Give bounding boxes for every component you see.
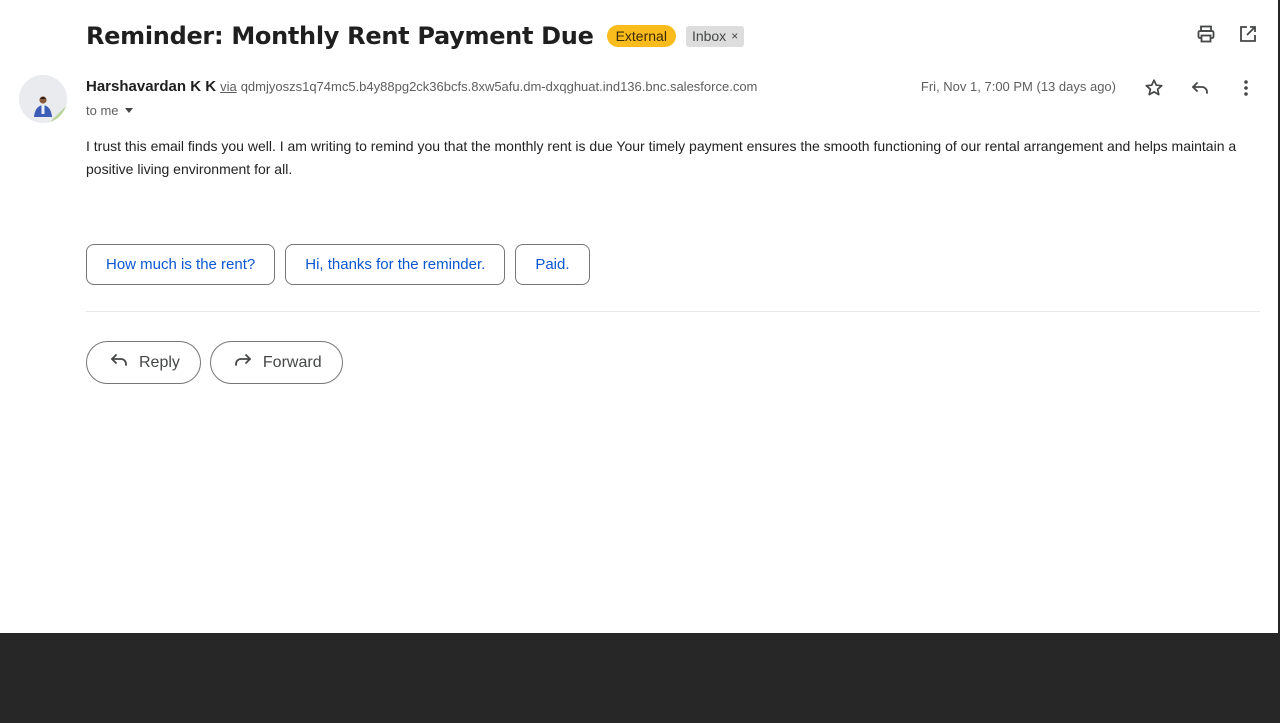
remove-label-button[interactable]: × xyxy=(731,28,738,45)
inbox-label-text: Inbox xyxy=(691,27,727,44)
smart-replies: How much is the rent? Hi, thanks for the… xyxy=(86,244,590,285)
smart-reply-chip[interactable]: Paid. xyxy=(515,244,590,285)
forward-label: Forward xyxy=(262,353,322,371)
email-date: Fri, Nov 1, 7:00 PM (13 days ago) xyxy=(920,79,1116,94)
sender-line: Harshavardan K K via qdmjyoszs1q74mc5.b4… xyxy=(86,78,757,95)
more-vert-icon[interactable] xyxy=(1236,78,1256,98)
sender-name[interactable]: Harshavardan K K xyxy=(86,78,216,95)
inbox-label[interactable]: Inbox × xyxy=(685,25,745,47)
email-view: Reminder: Monthly Rent Payment Due Exter… xyxy=(0,0,1278,633)
forward-icon xyxy=(233,350,253,375)
forward-button[interactable]: Forward xyxy=(209,341,343,384)
subject-row: Reminder: Monthly Rent Payment Due Exter… xyxy=(86,18,745,54)
divider xyxy=(86,311,1260,312)
open-in-new-window-icon[interactable] xyxy=(1238,24,1258,44)
print-icon[interactable] xyxy=(1196,24,1216,44)
sender-relay-address: qdmjyoszs1q74mc5.b4y88pg2ck36bcfs.8xw5af… xyxy=(240,79,758,94)
smart-reply-chip[interactable]: How much is the rent? xyxy=(86,244,276,285)
taskbar-area xyxy=(0,633,1280,723)
thread-toolbar xyxy=(1196,24,1258,44)
smart-reply-chip[interactable]: Hi, thanks for the reminder. xyxy=(285,244,506,285)
external-badge: External xyxy=(606,25,676,47)
reply-icon xyxy=(109,350,129,375)
recipient-details-toggle[interactable]: to me xyxy=(86,103,133,118)
reply-actions: Reply Forward xyxy=(86,341,343,384)
email-subject: Reminder: Monthly Rent Payment Due xyxy=(86,22,594,50)
reply-icon[interactable] xyxy=(1190,78,1210,98)
recipient-text: to me xyxy=(86,103,119,118)
reply-button[interactable]: Reply xyxy=(86,341,201,384)
reply-label: Reply xyxy=(139,353,180,371)
message-toolbar xyxy=(1144,78,1256,98)
sender-avatar[interactable] xyxy=(19,75,67,123)
chevron-down-icon xyxy=(124,108,133,113)
star-icon[interactable] xyxy=(1144,78,1164,98)
via-link[interactable]: via xyxy=(220,79,237,94)
email-body: I trust this email finds you well. I am … xyxy=(86,138,1237,177)
